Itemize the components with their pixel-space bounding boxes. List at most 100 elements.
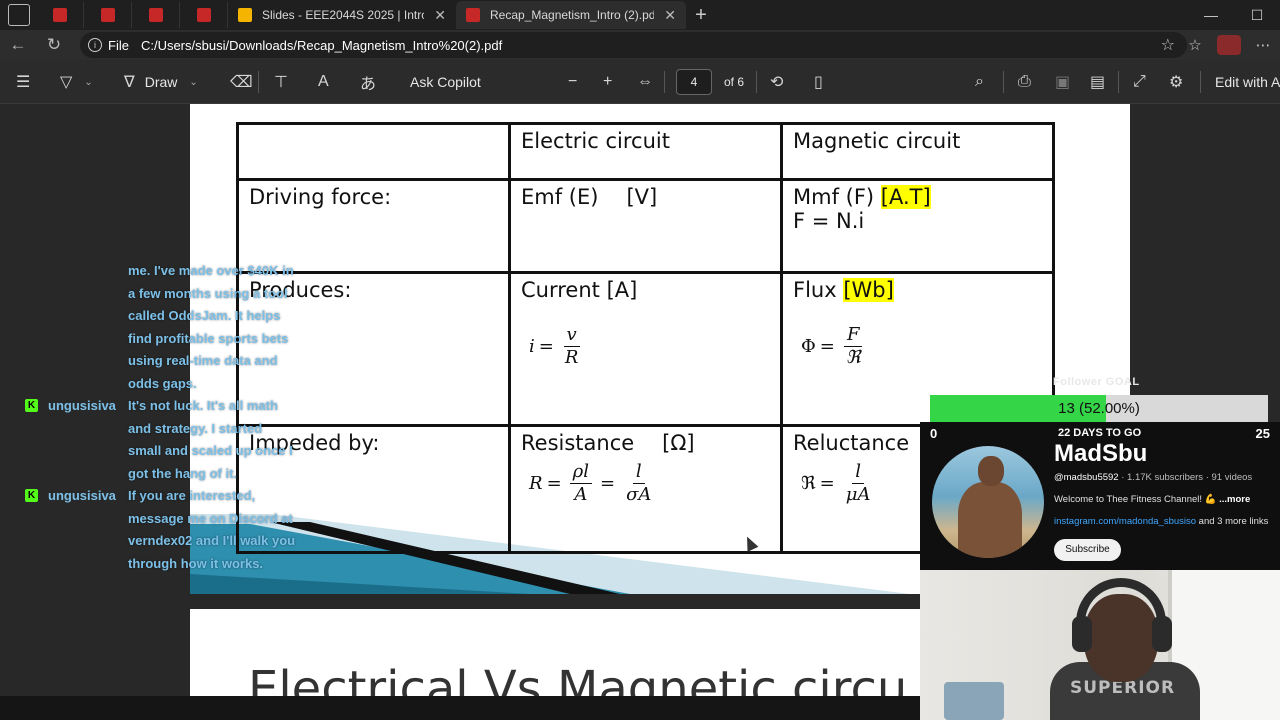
- zoom-out-button[interactable]: −: [568, 60, 577, 104]
- chat-message: odds gaps.: [128, 375, 197, 391]
- translate-button[interactable]: あ: [360, 60, 376, 104]
- favorites-icon[interactable]: ☆: [1178, 36, 1212, 54]
- unit-label: [Ω]: [662, 431, 695, 455]
- tab-actions-icon[interactable]: [8, 4, 30, 26]
- formula-lhs: ℜ: [801, 473, 816, 494]
- contents-button[interactable]: ☰: [16, 60, 30, 104]
- toolbar-divider: [1003, 71, 1004, 93]
- chat-line: using real-time data and: [0, 350, 330, 373]
- chat-line: message me on Discord at: [0, 508, 330, 531]
- goal-progress-text: 13 (52.00%): [1058, 400, 1140, 417]
- headphone-ear-right: [1152, 616, 1172, 652]
- chat-message: If you are interested,: [128, 488, 256, 503]
- formula-lhs: R: [529, 473, 543, 494]
- save-as-button[interactable]: ▤: [1090, 60, 1105, 104]
- edit-with-label: Edit with A: [1215, 74, 1280, 90]
- channel-name[interactable]: MadSbu: [1054, 440, 1147, 468]
- kick-badge-icon: K: [25, 399, 38, 412]
- page-view-icon: ▯: [814, 74, 823, 91]
- toolbar-divider: [258, 71, 259, 93]
- chat-message: through how it works.: [128, 555, 264, 571]
- bottom-strip: [0, 696, 920, 720]
- gear-icon: ⚙: [1169, 74, 1184, 91]
- numerator: v: [563, 324, 580, 347]
- channel-link[interactable]: instagram.com/madonda_sbusiso: [1054, 516, 1196, 527]
- search-button[interactable]: ⌕: [975, 60, 984, 104]
- edit-with-button[interactable]: Edit with A: [1215, 60, 1280, 104]
- fraction: Fℜ: [843, 324, 864, 369]
- numerator: F: [843, 324, 863, 347]
- new-tab-button[interactable]: +: [686, 4, 716, 27]
- read-aloud-button[interactable]: A: [318, 60, 329, 104]
- window-controls: — ☐: [1188, 0, 1280, 30]
- save-button[interactable]: ▣: [1055, 60, 1070, 104]
- settings-button[interactable]: ⚙: [1169, 60, 1183, 104]
- slides-icon: [238, 8, 252, 22]
- rotate-button[interactable]: ⟲: [770, 60, 783, 104]
- header-cell-electric: Electric circuit: [508, 122, 783, 181]
- browser-tab-strip: Slides - EEE2044S 2025 | Introduc ✕ Reca…: [0, 0, 1280, 30]
- electric-cell: Current [A] i = vR: [508, 271, 783, 427]
- denominator: A: [574, 484, 588, 505]
- page-number-field[interactable]: 4: [676, 60, 712, 104]
- star-icon[interactable]: ☆: [1161, 35, 1175, 55]
- reload-icon[interactable]: ↻: [36, 35, 72, 55]
- url-input[interactable]: i File C:/Users/sbusi/Downloads/Recap_Ma…: [80, 32, 1187, 58]
- zoom-in-button[interactable]: +: [603, 60, 612, 104]
- chevron-down-icon[interactable]: ⌄: [189, 77, 197, 88]
- fraction: vR: [562, 324, 582, 369]
- minimize-icon[interactable]: —: [1188, 7, 1234, 23]
- tab-pinned-2[interactable]: [84, 2, 132, 28]
- chat-line: a few months using a tool: [0, 283, 330, 306]
- denominator: ℜ: [845, 347, 861, 368]
- erase-button[interactable]: ⌫: [230, 60, 253, 104]
- pdf-icon: [466, 8, 480, 22]
- ask-copilot-button[interactable]: Ask Copilot: [410, 60, 481, 104]
- info-icon[interactable]: i: [88, 38, 102, 52]
- profile-avatar[interactable]: [1217, 35, 1241, 55]
- chevron-down-icon[interactable]: ⌄: [84, 77, 92, 88]
- add-text-button[interactable]: ⊤: [274, 60, 288, 104]
- chat-message: me. I've made over $40K in: [128, 263, 294, 278]
- unit-label-highlighted: [Wb]: [843, 278, 894, 302]
- tab-label: Slides - EEE2044S 2025 | Introduc: [262, 8, 424, 22]
- tab-slides[interactable]: Slides - EEE2044S 2025 | Introduc ✕: [228, 1, 456, 29]
- toolbar-divider: [1118, 71, 1119, 93]
- unit-label: [A]: [606, 278, 638, 302]
- fullscreen-button[interactable]: ⤢: [1133, 60, 1146, 104]
- page-number-input[interactable]: 4: [676, 69, 712, 95]
- tab-pinned-4[interactable]: [180, 2, 228, 28]
- tab-pinned-1[interactable]: [36, 2, 84, 28]
- table-row: Driving force: Emf (E) [V] Mmf (F) [A.T] …: [236, 178, 1055, 274]
- tab-pinned-3[interactable]: [132, 2, 180, 28]
- search-icon: ⌕: [975, 73, 984, 90]
- flux-formula: Φ = Fℜ: [801, 324, 1042, 369]
- highlighter-icon: ▽: [60, 74, 73, 91]
- stream-chat-overlay: me. I've made over $40K in a few months …: [0, 260, 330, 575]
- draw-button[interactable]: ∇ Draw ⌄: [124, 60, 198, 104]
- channel-avatar[interactable]: [932, 446, 1044, 558]
- more-link[interactable]: ...more: [1219, 494, 1250, 505]
- close-icon[interactable]: ✕: [664, 7, 676, 24]
- more-links-text[interactable]: and 3 more links: [1196, 516, 1269, 527]
- page-view-button[interactable]: ▯: [814, 60, 823, 104]
- close-icon[interactable]: ✕: [434, 7, 446, 24]
- chat-message: using real-time data and: [128, 353, 278, 368]
- highlight-button[interactable]: ▽ ⌄: [60, 60, 93, 104]
- pdf-icon: [52, 8, 67, 22]
- fit-width-button[interactable]: ⇔: [637, 60, 653, 104]
- formula-lhs: i: [529, 336, 535, 357]
- chat-line: and strategy. I started: [0, 418, 330, 441]
- back-arrow-icon[interactable]: ←: [0, 35, 36, 55]
- subscribe-button[interactable]: Subscribe: [1054, 539, 1121, 561]
- maximize-icon[interactable]: ☐: [1234, 7, 1280, 24]
- url-text[interactable]: C:/Users/sbusi/Downloads/Recap_Magnetism…: [141, 38, 502, 53]
- chat-username: ungusisiva: [48, 398, 116, 413]
- save-as-icon: ▤: [1090, 74, 1106, 91]
- print-button[interactable]: ⎙: [1018, 60, 1031, 104]
- tab-label: Recap_Magnetism_Intro (2).pdf: [490, 8, 655, 22]
- tab-pdf[interactable]: Recap_Magnetism_Intro (2).pdf ✕: [456, 1, 686, 29]
- more-menu-icon[interactable]: ⋯: [1246, 36, 1280, 54]
- fraction: l σA: [623, 461, 654, 506]
- follower-goal-bar: 13 (52.00%): [930, 395, 1268, 422]
